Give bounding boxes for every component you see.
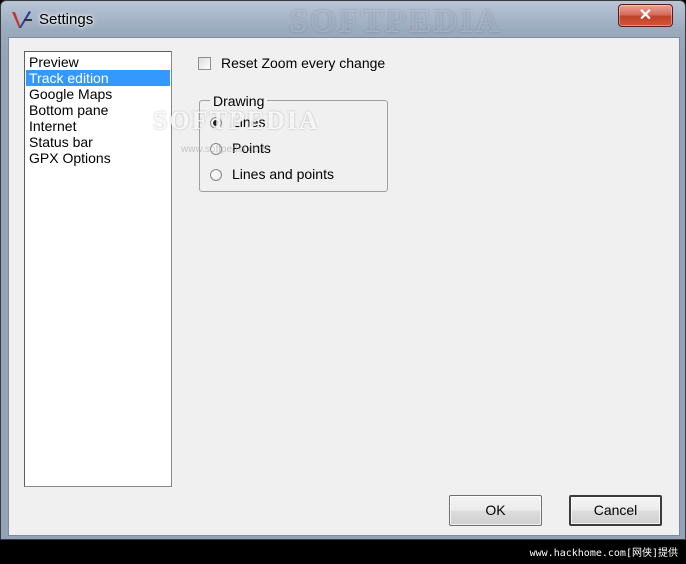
nav-item-gpx-options[interactable]: GPX Options (26, 150, 170, 166)
points-radio-label[interactable]: Points (232, 140, 271, 156)
title-watermark: SOFTPEDIA (289, 3, 502, 40)
nav-item-track-edition[interactable]: Track edition (26, 70, 170, 86)
title-bar[interactable]: Settings SOFTPEDIA ✕ (1, 1, 685, 40)
nav-item-status-bar[interactable]: Status bar (26, 134, 170, 150)
cancel-button[interactable]: Cancel (569, 495, 662, 526)
close-icon: ✕ (638, 7, 653, 24)
reset-zoom-label[interactable]: Reset Zoom every change (221, 55, 385, 71)
nav-item-internet[interactable]: Internet (26, 118, 170, 134)
settings-category-list[interactable]: Preview Track edition Google Maps Bottom… (24, 51, 172, 487)
close-button[interactable]: ✕ (618, 4, 673, 27)
nav-item-google-maps[interactable]: Google Maps (26, 86, 170, 102)
source-caption: www.hackhome.com[网侠]提供 (529, 548, 678, 559)
points-radio[interactable] (210, 143, 222, 155)
lines-and-points-radio[interactable] (210, 169, 222, 181)
settings-client-area: Preview Track edition Google Maps Bottom… (8, 37, 680, 536)
app-logo-icon (10, 9, 34, 31)
nav-item-bottom-pane[interactable]: Bottom pane (26, 102, 170, 118)
lines-radio-label[interactable]: Lines (232, 114, 265, 130)
drawing-group: Drawing Lines Points Lines and points (199, 93, 388, 192)
window-title: Settings (39, 11, 94, 28)
lines-radio[interactable] (210, 117, 222, 129)
reset-zoom-checkbox[interactable] (198, 57, 211, 70)
lines-and-points-radio-label[interactable]: Lines and points (232, 166, 334, 182)
settings-window: Settings SOFTPEDIA ✕ Preview Track editi… (0, 0, 686, 540)
nav-item-preview[interactable]: Preview (26, 54, 170, 70)
ok-button[interactable]: OK (449, 495, 542, 526)
drawing-group-legend: Drawing (210, 93, 268, 109)
